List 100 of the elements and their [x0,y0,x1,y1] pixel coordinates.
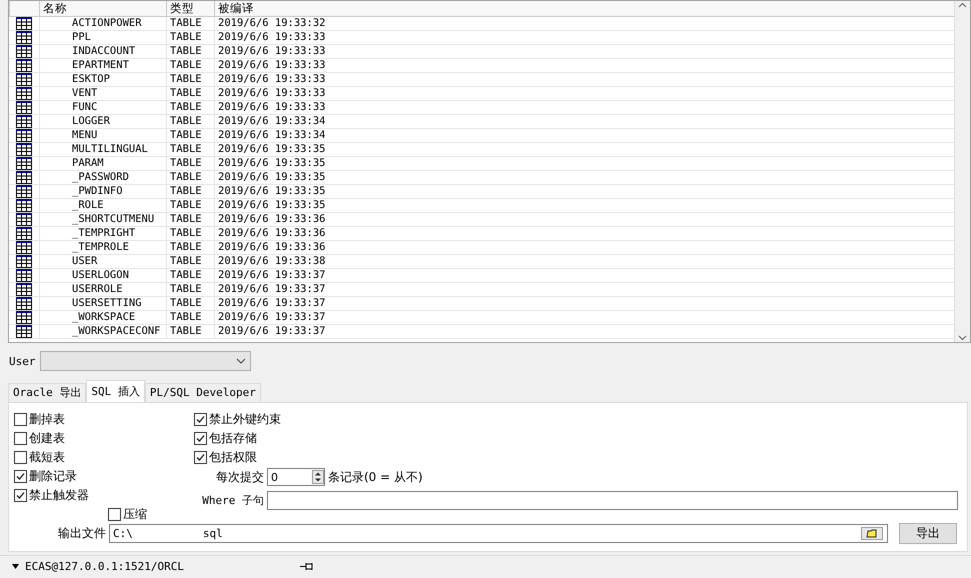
table-icon [16,325,32,338]
output-file-label: 输出文件 [58,525,106,542]
table-icon [16,311,32,324]
table-cell: PPL [39,31,166,44]
table-icon [16,143,32,156]
output-file-field[interactable]: C:\ sql [109,524,888,543]
scrollbar[interactable] [954,1,970,342]
checkmark-icon [196,452,205,462]
table-cell: MENU [39,129,166,142]
table-cell: TABLE [166,73,214,86]
table-cell: ESKTOP [39,73,166,86]
export-button[interactable]: 导出 [899,523,957,544]
table-cell: USERSETTING [39,297,166,310]
table-cell: EPARTMENT [39,59,166,72]
where-label: Where 子句 [202,492,264,508]
tab[interactable]: Oracle 导出 [8,383,86,402]
table-cell: USER [39,255,166,268]
table-cell: TABLE [166,185,214,198]
commit-spinner[interactable]: 0 [267,468,325,486]
checkbox[interactable]: 禁止外键约束 [194,411,967,427]
table-cell: TABLE [166,227,214,240]
table-icon [16,283,32,296]
table-icon [16,59,32,72]
table-icon [16,241,32,254]
checkbox[interactable]: 创建表 [14,430,194,446]
table-icon [16,213,32,226]
table-cell: TABLE [166,115,214,128]
tab[interactable]: SQL 插入 [86,380,145,402]
table-icon [16,73,32,86]
table-cell: TABLE [166,241,214,254]
tab[interactable]: PL/SQL Developer [144,383,261,402]
table-cell: TABLE [166,311,214,324]
checkbox[interactable]: 包括权限 [194,449,967,465]
table-cell: USERROLE [39,283,166,296]
caret-icon [236,358,246,364]
table-icon [16,31,32,44]
table-cell: _WORKSPACE [39,311,166,324]
dropdown-triangle-icon[interactable] [12,564,19,568]
table-cell: _PASSWORD [39,171,166,184]
table-cell: PARAM [39,157,166,170]
connection-label: ECAS@127.0.0.1:1521/ORCL [25,560,184,572]
table-cell: VENT [39,87,166,100]
table-cell: TABLE [166,143,214,156]
table-cell: _PWDINFO [39,185,166,198]
pin-icon[interactable] [300,562,314,570]
table-icon [16,255,32,268]
table-cell: TABLE [166,129,214,142]
commit-label: 每次提交 [216,468,264,486]
table-cell: TABLE [166,269,214,282]
checkbox[interactable]: 截短表 [14,449,194,465]
checkbox[interactable]: 压缩 [108,506,194,522]
table-cell: _TEMPROLE [39,241,166,254]
table-cell: _TEMPRIGHT [39,227,166,240]
table-cell: TABLE [166,31,214,44]
table-cell: _ROLE [39,199,166,212]
table-cell: TABLE [166,101,214,114]
folder-icon[interactable] [861,527,883,540]
table-cell: TABLE [166,157,214,170]
checkmark-icon [196,434,205,442]
checkmark-icon [16,490,25,500]
scroll-up-icon[interactable] [958,1,967,10]
user-label: User [9,354,36,368]
table-icon [16,87,32,100]
commit-suffix: 条记录(0 = 从不) [328,468,423,486]
scroll-down-icon[interactable] [958,333,967,342]
table-cell: TABLE [166,45,214,58]
checkbox[interactable]: 包括存储 [194,430,967,446]
checkmark-icon [196,414,205,424]
table-cell: TABLE [166,283,214,296]
table-cell: TABLE [166,213,214,226]
table-icon [16,185,32,198]
table-cell: TABLE [166,87,214,100]
table-cell: LOGGER [39,115,166,128]
table-icon [16,297,32,310]
checkbox[interactable]: 删掉表 [14,411,194,427]
column-header[interactable]: 类型 [166,1,214,16]
table-icon [16,115,32,128]
table-icon [16,45,32,58]
table-cell: TABLE [166,59,214,72]
table-cell: TABLE [166,255,214,268]
table-cell: TABLE [166,297,214,310]
table-cell: _WORKSPACECONF [39,325,166,338]
table-icon [16,269,32,282]
table-cell: INDACCOUNT [39,45,166,58]
table-cell: TABLE [166,199,214,212]
checkmark-icon [16,472,25,480]
table-icon [16,199,32,212]
table-icon [16,171,32,184]
table-cell: TABLE [166,17,214,30]
column-header[interactable]: 名称 [39,1,166,16]
table-icon [16,157,32,170]
table-cell: _SHORTCUTMENU [39,213,166,226]
table-cell: FUNC [39,101,166,114]
checkbox[interactable]: 禁止触发器 [14,487,194,503]
table-icon [16,129,32,142]
checkbox[interactable]: 删除记录 [14,468,194,484]
table-cell: MULTILINGUAL [39,143,166,156]
where-field[interactable] [267,490,958,510]
table-cell: USERLOGON [39,269,166,282]
table-cell: TABLE [166,171,214,184]
